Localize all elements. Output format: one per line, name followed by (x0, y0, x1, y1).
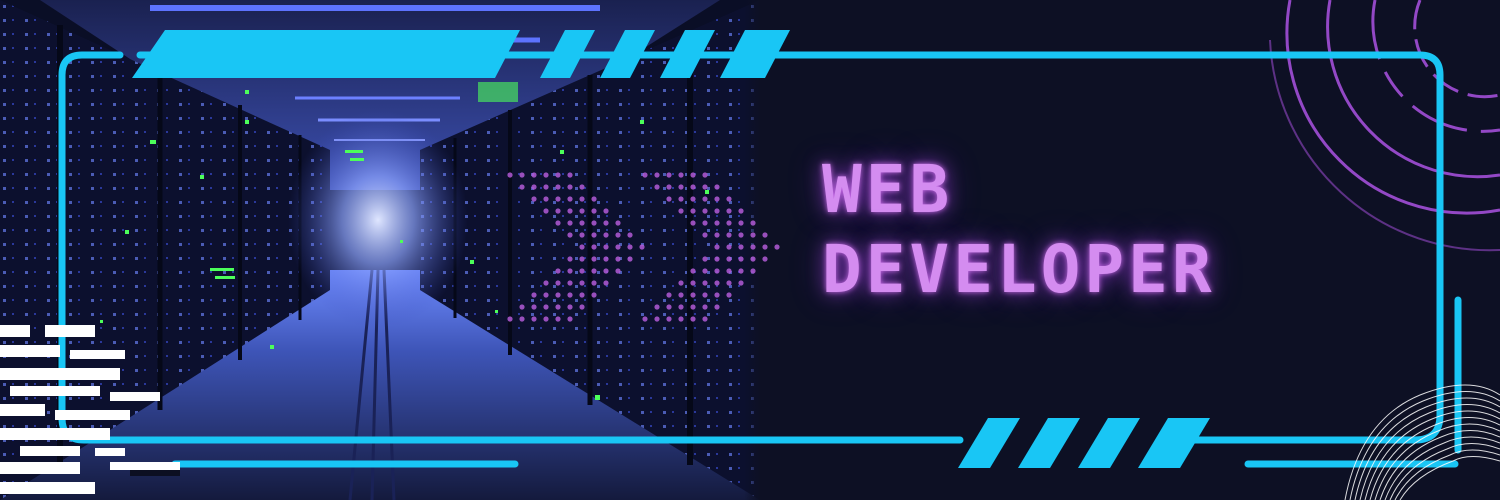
title-line-web: WEB (822, 151, 954, 228)
double-chevron-right-icon (507, 172, 780, 322)
top-slash-group (132, 30, 790, 78)
concentric-rings-icon (1269, 0, 1500, 252)
decor-overlay (0, 0, 1500, 500)
banner-title: WEB DEVELOPER (822, 150, 1216, 310)
bottom-slash-group (958, 418, 1210, 468)
web-developer-banner: WEB DEVELOPER (0, 0, 1500, 500)
glitch-bars (0, 325, 180, 494)
title-line-developer: DEVELOPER (822, 231, 1216, 308)
